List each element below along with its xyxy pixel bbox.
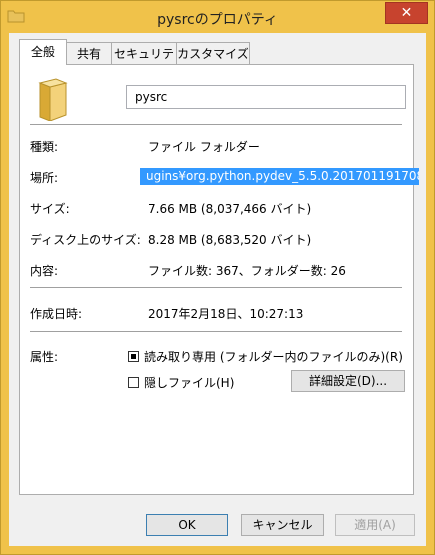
created-value: 2017年2月18日、10:27:13 <box>148 307 304 321</box>
tab-customize[interactable]: カスタマイズ <box>176 42 250 64</box>
separator <box>30 287 402 288</box>
attributes-label: 属性: <box>30 350 59 364</box>
location-value[interactable]: ugins¥org.python.pydev_5.5.0.20170119170… <box>140 168 419 185</box>
cancel-button[interactable]: キャンセル <box>241 514 324 536</box>
contains-label: 内容: <box>30 264 59 278</box>
type-value: ファイル フォルダー <box>148 140 260 154</box>
size-on-disk-value: 8.28 MB (8,683,520 バイト) <box>148 233 312 247</box>
hidden-checkbox[interactable] <box>128 377 139 388</box>
properties-window: pysrcのプロパティ ✕ 共有 セキュリティ カスタマイズ 全般 種類: ファ… <box>0 0 435 555</box>
separator <box>30 124 402 125</box>
separator <box>30 331 402 332</box>
size-label: サイズ: <box>30 202 70 216</box>
readonly-checkbox[interactable] <box>128 351 139 362</box>
dialog-client: 共有 セキュリティ カスタマイズ 全般 種類: ファイル フォルダー 場所: u… <box>9 33 426 546</box>
contains-value: ファイル数: 367、フォルダー数: 26 <box>148 264 346 278</box>
tab-security[interactable]: セキュリティ <box>111 42 177 83</box>
ok-button[interactable]: OK <box>146 514 228 536</box>
advanced-button[interactable]: 詳細設定(D)... <box>291 370 405 392</box>
folder-large-icon <box>38 78 68 121</box>
location-label: 場所: <box>30 171 59 185</box>
hidden-label[interactable]: 隠しファイル(H) <box>144 374 234 391</box>
title-bar[interactable]: pysrcのプロパティ ✕ <box>1 1 434 33</box>
type-label: 種類: <box>30 140 59 154</box>
size-on-disk-label: ディスク上のサイズ: <box>30 233 141 247</box>
folder-name-input[interactable] <box>126 85 406 109</box>
tab-general[interactable]: 全般 <box>19 39 67 65</box>
readonly-label[interactable]: 読み取り専用 (フォルダー内のファイルのみ)(R) <box>144 348 403 365</box>
general-panel: 種類: ファイル フォルダー 場所: ugins¥org.python.pyde… <box>19 64 419 495</box>
apply-button: 適用(A) <box>335 514 415 536</box>
created-label: 作成日時: <box>30 307 83 321</box>
window-title: pysrcのプロパティ <box>157 12 278 28</box>
size-value: 7.66 MB (8,037,466 バイト) <box>148 202 312 216</box>
checkbox-indeterminate-mark <box>131 354 136 359</box>
close-button[interactable]: ✕ <box>385 2 428 24</box>
tab-sharing[interactable]: 共有 <box>66 42 112 64</box>
